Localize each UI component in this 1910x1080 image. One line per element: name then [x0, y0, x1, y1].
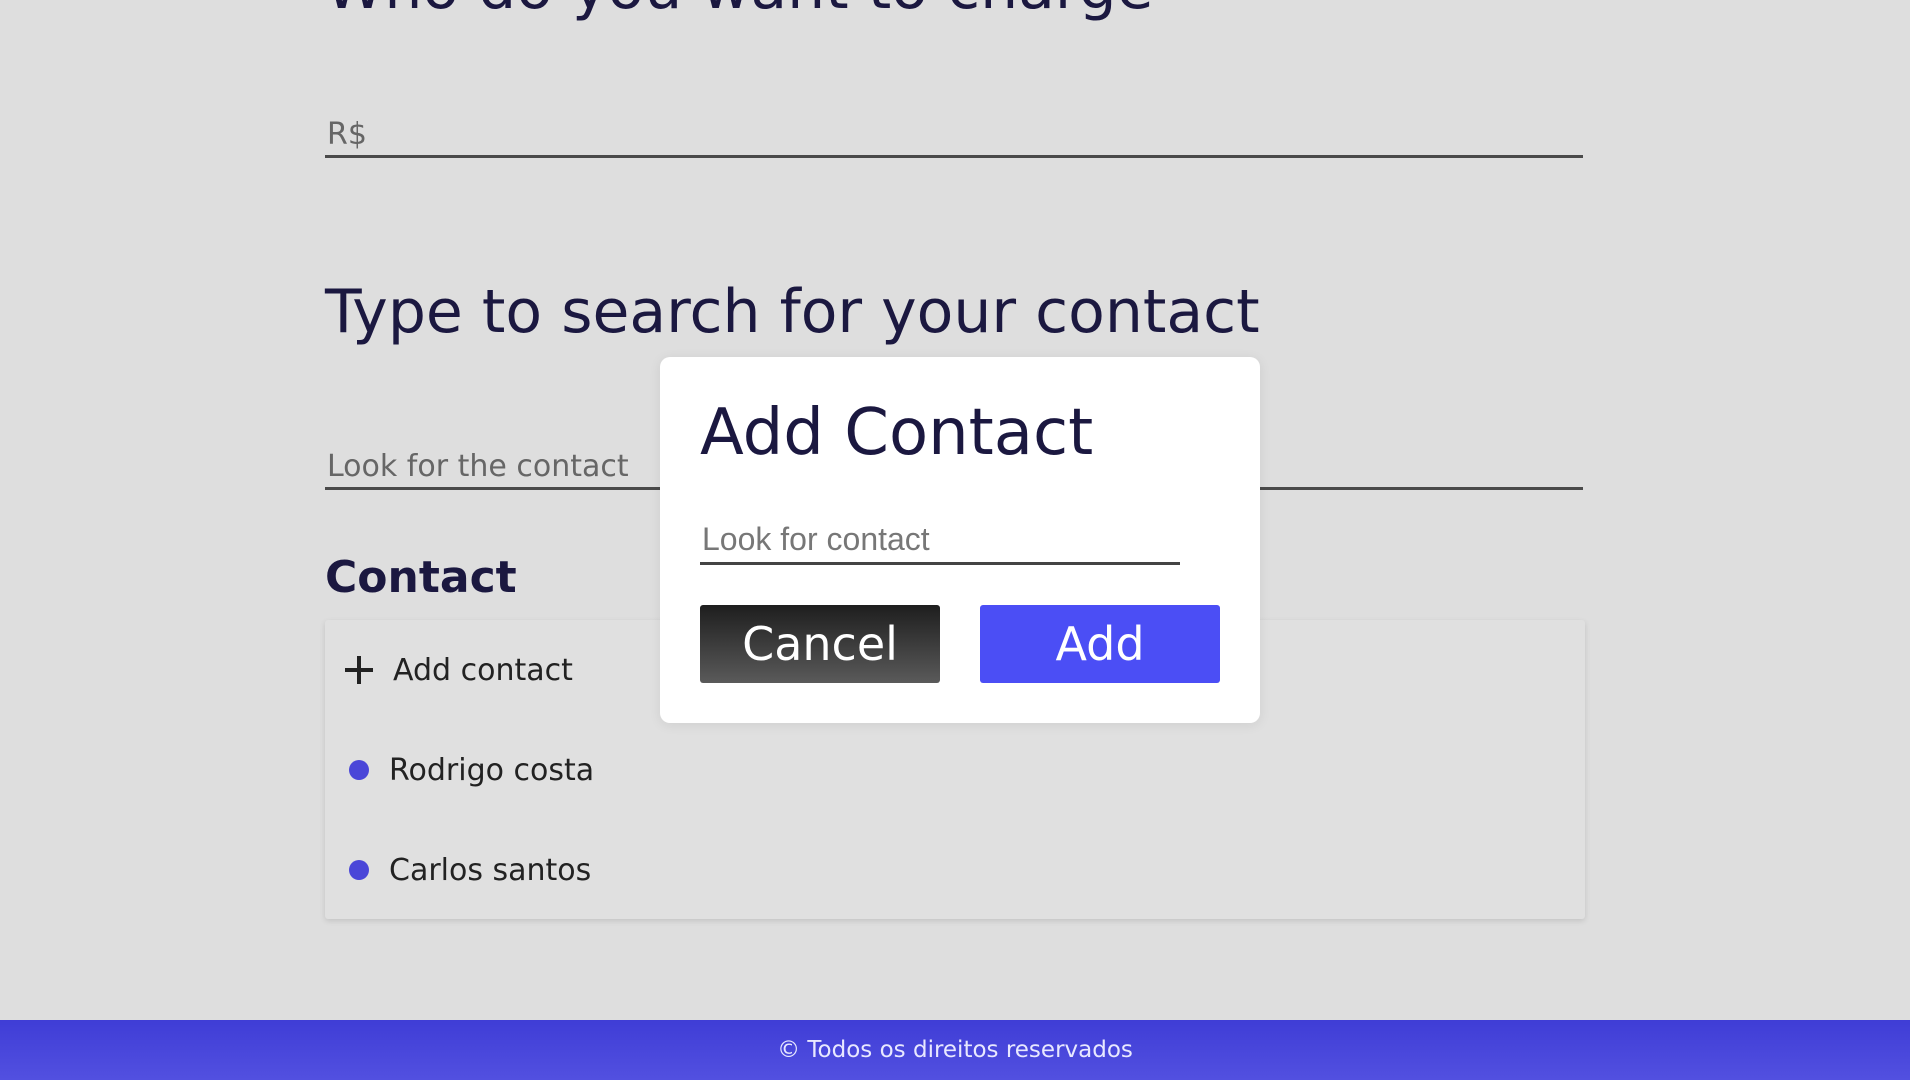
plus-icon	[345, 656, 373, 684]
search-contact-title: Type to search for your contact	[325, 277, 1260, 347]
charge-title: Who do you want to charge	[325, 0, 1154, 18]
contact-item[interactable]: Rodrigo costa	[345, 740, 594, 800]
add-button[interactable]: Add	[980, 605, 1220, 683]
page: Who do you want to charge Type to search…	[0, 0, 1910, 1080]
dot-icon	[349, 860, 369, 880]
footer-copyright: © Todos os direitos reservados	[777, 1037, 1133, 1063]
contact-heading: Contact	[325, 552, 517, 603]
contact-name: Rodrigo costa	[389, 752, 595, 788]
add-contact-label: Add contact	[393, 652, 573, 688]
footer: © Todos os direitos reservados	[0, 1020, 1910, 1080]
contact-item[interactable]: Carlos santos	[345, 840, 591, 900]
dot-icon	[349, 760, 369, 780]
add-contact-item[interactable]: Add contact	[345, 640, 573, 700]
modal-contact-input[interactable]	[700, 517, 1180, 565]
modal-title: Add Contact	[700, 396, 1094, 470]
amount-input[interactable]	[325, 114, 1583, 158]
contact-name: Carlos santos	[389, 852, 592, 888]
add-contact-modal: Add Contact Cancel Add	[660, 357, 1260, 723]
cancel-button[interactable]: Cancel	[700, 605, 940, 683]
